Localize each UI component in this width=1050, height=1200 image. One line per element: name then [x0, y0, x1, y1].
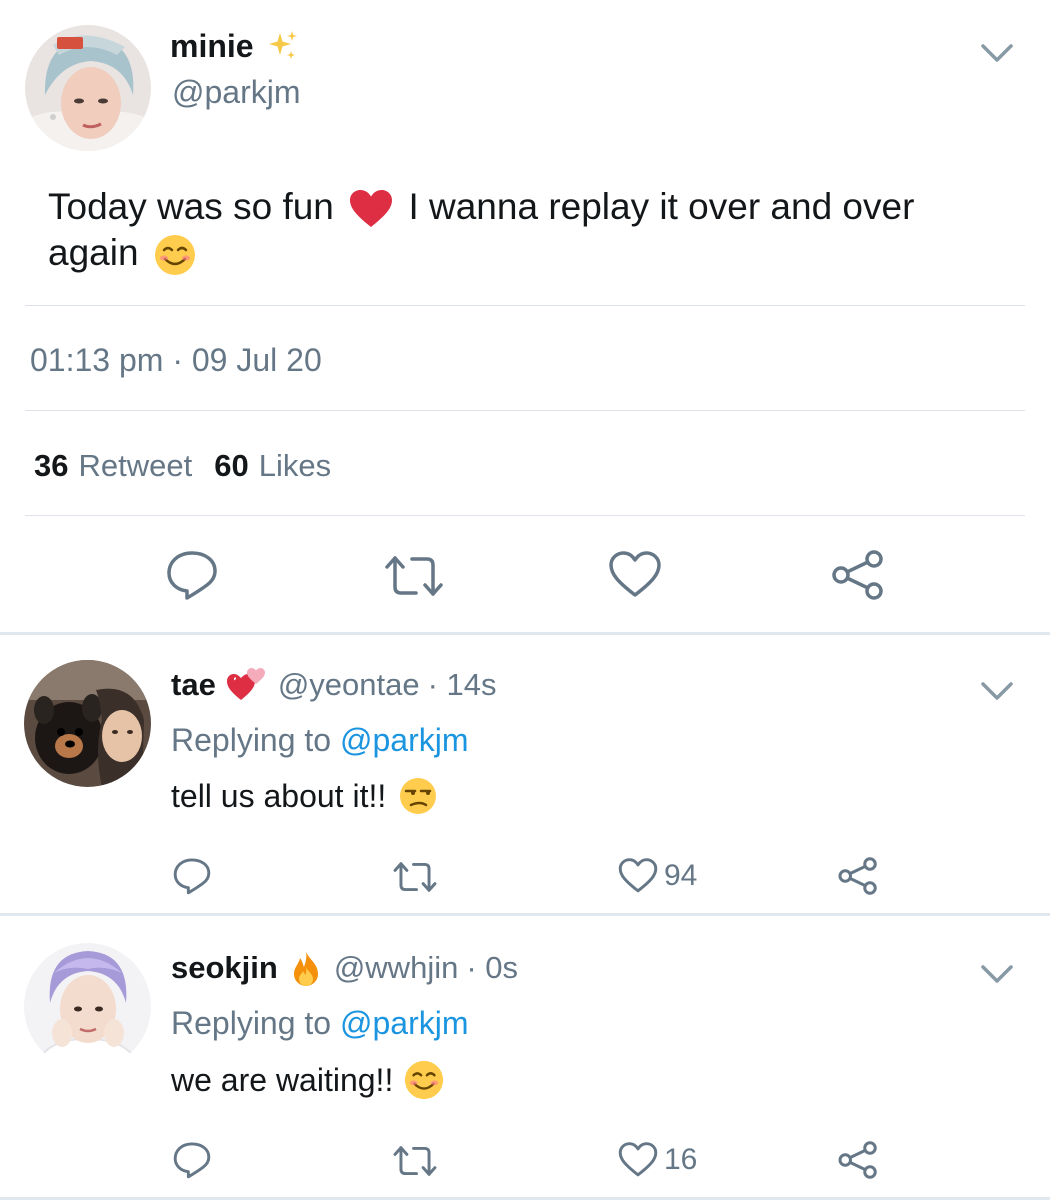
reply-header: tae @yeontae · 14s [171, 665, 497, 705]
smiling-face-icon [153, 233, 197, 277]
retweet-count[interactable]: 36 [34, 448, 68, 484]
avatar-tae[interactable] [24, 660, 151, 787]
divider [25, 305, 1025, 306]
reply-text-content: we are waiting!! [171, 1061, 394, 1098]
section-divider [0, 913, 1050, 916]
two-hearts-icon [226, 666, 268, 704]
red-heart-icon [348, 189, 394, 229]
like-icon[interactable] [618, 1141, 658, 1179]
tweet-stats: 36 Retweet 60 Likes [34, 448, 331, 484]
like-count: 94 [664, 859, 698, 892]
reply-handle[interactable]: @wwhjin [334, 950, 459, 986]
avatar-minie[interactable] [25, 25, 151, 151]
section-divider [0, 632, 1050, 635]
reply-handle[interactable]: @yeontae [278, 667, 420, 703]
reply-display-name[interactable]: tae [171, 667, 216, 703]
handle[interactable]: @parkjm [172, 74, 301, 111]
unamused-face-icon [398, 776, 438, 816]
replying-to: Replying to @parkjm [171, 1005, 468, 1042]
reply-time: · 14s [427, 667, 497, 702]
reply-icon[interactable] [172, 857, 212, 895]
tweet-text: Today was so fun I wanna replay it over … [48, 184, 1008, 277]
retweet-icon[interactable] [392, 1144, 438, 1178]
share-icon[interactable] [830, 549, 886, 601]
reply-text: we are waiting!! [171, 1058, 445, 1102]
likes-count[interactable]: 60 [214, 448, 248, 484]
replying-to: Replying to @parkjm [171, 722, 468, 759]
likes-label[interactable]: Likes [259, 448, 331, 484]
divider [25, 515, 1025, 516]
reply-display-name[interactable]: seokjin [171, 950, 278, 986]
retweet-icon[interactable] [383, 553, 445, 599]
replying-prefix: Replying to [171, 1005, 332, 1041]
like-count: 16 [664, 1143, 698, 1176]
reply-time: · 0s [466, 950, 519, 985]
display-name[interactable]: minie [170, 28, 254, 65]
display-name-row: minie [170, 26, 300, 66]
reply-icon[interactable] [165, 549, 219, 601]
replying-handle-link[interactable]: @parkjm [340, 722, 469, 758]
retweet-label[interactable]: Retweet [78, 448, 192, 484]
tweet-text-part1: Today was so fun [48, 186, 334, 227]
reply-text-content: tell us about it!! [171, 777, 387, 814]
retweet-icon[interactable] [392, 860, 438, 894]
reply-icon[interactable] [172, 1141, 212, 1179]
smiling-face-icon [403, 1059, 445, 1101]
reply-header: seokjin @wwhjin · 0s [171, 948, 518, 988]
tweet-text-part3: again [48, 232, 139, 273]
replying-handle-link[interactable]: @parkjm [340, 1005, 469, 1041]
sparkles-icon [266, 29, 300, 63]
fire-icon [290, 949, 322, 987]
divider [25, 410, 1025, 411]
reply-text: tell us about it!! [171, 774, 438, 818]
chevron-down-icon[interactable] [977, 676, 1017, 706]
chevron-down-icon[interactable] [977, 959, 1017, 989]
tweet-text-part2: I wanna replay it over and over [408, 186, 915, 227]
share-icon[interactable] [837, 856, 879, 896]
chevron-down-icon[interactable] [977, 38, 1017, 68]
avatar-seokjin[interactable] [24, 943, 151, 1070]
replying-prefix: Replying to [171, 722, 332, 758]
like-icon[interactable] [618, 857, 658, 895]
tweet-timestamp[interactable]: 01:13 pm · 09 Jul 20 [30, 342, 322, 379]
like-icon[interactable] [608, 550, 662, 600]
share-icon[interactable] [837, 1140, 879, 1180]
